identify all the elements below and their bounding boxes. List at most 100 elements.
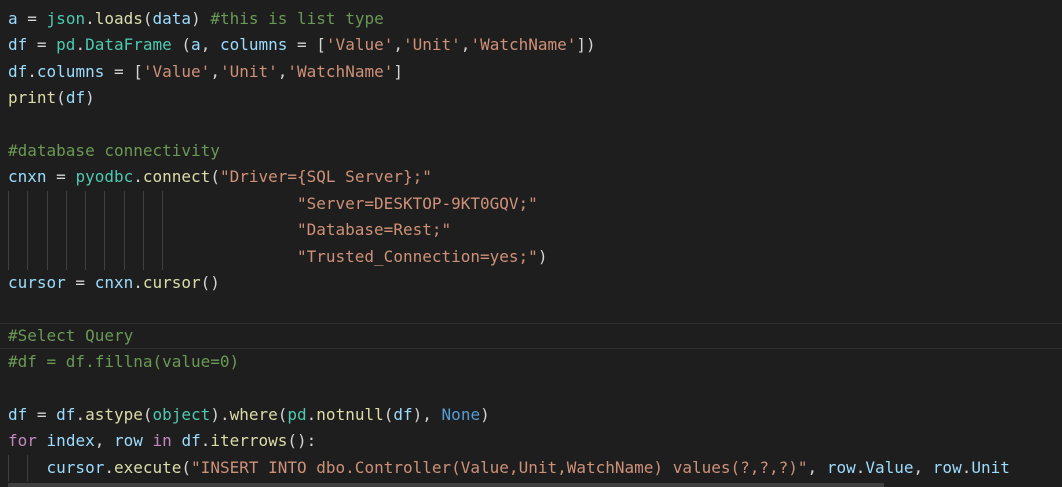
code-token-function: iterrows — [210, 431, 288, 451]
code-line[interactable] — [0, 296, 1062, 322]
indent-guide — [27, 190, 29, 218]
indent-guide — [27, 243, 29, 270]
code-token-keyword: in — [152, 431, 172, 451]
code-line[interactable]: cnxn = pyodbc.connect("Driver={SQL Serve… — [0, 164, 1062, 190]
code-token-default: ( — [142, 404, 153, 424]
code-line[interactable] — [0, 375, 1062, 401]
code-editor[interactable]: a = json.loads(data) #this is list type d… — [0, 0, 1062, 487]
code-token-default: ( — [181, 457, 192, 477]
code-token-comment: #Select Query — [8, 325, 134, 345]
indent-guide — [46, 217, 48, 244]
code-token-default — [37, 431, 47, 450]
code-token-variable: df — [181, 431, 201, 451]
code-token-variable: cursor — [8, 272, 66, 292]
code-token-default: = — [17, 9, 47, 28]
code-line[interactable]: "Server=DESKTOP-9KT0GQV;" — [0, 190, 1062, 218]
indent-guide — [142, 243, 144, 270]
code-token-variable: index — [46, 431, 95, 451]
code-token-default: . — [104, 457, 114, 477]
code-token-default: . — [133, 167, 143, 187]
code-line[interactable]: "Trusted_Connection=yes;") — [0, 243, 1062, 270]
indent-guide — [162, 190, 164, 218]
code-token-default: , — [460, 35, 471, 55]
indent-guide — [27, 454, 29, 482]
code-token-variable: Unit — [971, 457, 1010, 477]
code-token-variable: df — [56, 404, 76, 424]
indent-guide — [142, 190, 144, 218]
code-token-default: . — [306, 404, 317, 424]
code-token-class: json — [46, 9, 86, 28]
code-token-string: "INSERT INTO dbo.Controller(Value,Unit,W… — [191, 457, 808, 477]
code-line[interactable]: print(df) — [0, 85, 1062, 111]
indent-guide — [65, 217, 67, 244]
indent-guide — [123, 190, 125, 218]
code-token-string: "Trusted_Connection=yes;" — [296, 246, 538, 266]
code-token-string: 'Value' — [142, 61, 211, 81]
code-token-string: 'Unit' — [403, 35, 461, 55]
code-token-default: ) — [480, 404, 490, 424]
code-token-default: = — [27, 35, 57, 55]
indent-guide — [27, 217, 29, 244]
code-token-default: ( — [277, 404, 288, 424]
code-line[interactable] — [0, 112, 1062, 138]
code-token-default — [172, 431, 182, 450]
code-token-default: . — [75, 404, 86, 424]
code-token-class: pyodbc — [75, 167, 134, 187]
code-line-current[interactable]: #Select Query — [0, 323, 1062, 349]
code-token-default: , — [94, 431, 114, 451]
code-token-default: = [ — [104, 61, 143, 81]
code-token-default: , — [210, 61, 220, 81]
indent-guide — [8, 217, 9, 244]
indent-guide — [104, 243, 106, 270]
code-token-class: DataFrame — [85, 35, 172, 55]
code-token-variable: a — [191, 35, 201, 55]
code-token-default: ( — [171, 35, 192, 55]
indent-guide — [8, 243, 9, 270]
indent-guide — [104, 190, 106, 218]
indent-guide — [46, 190, 48, 218]
code-line[interactable]: cursor = cnxn.cursor() — [0, 270, 1062, 296]
code-line[interactable]: df.columns = ['Value','Unit','WatchName'… — [0, 59, 1062, 85]
code-token-function: execute — [113, 457, 182, 477]
code-token-default: ) — [537, 246, 548, 266]
code-line[interactable]: df = pd.DataFrame (a, columns = ['Value'… — [0, 32, 1062, 58]
code-token-variable: df — [8, 404, 28, 424]
code-token-variable: row — [826, 457, 856, 477]
indent-guide — [85, 217, 87, 244]
code-line[interactable]: df = df.astype(object).where(pd.notnull(… — [0, 402, 1062, 428]
code-token-default: = [ — [287, 35, 326, 55]
code-token-default: . — [855, 457, 866, 477]
code-line[interactable]: "Database=Rest;" — [0, 217, 1062, 244]
code-token-default — [143, 431, 153, 450]
code-token-variable: row — [113, 431, 143, 451]
code-token-default: (): — [287, 431, 317, 451]
code-token-default: = — [46, 167, 76, 187]
horizontal-scrollbar-thumb[interactable] — [8, 483, 884, 487]
code-line[interactable]: #database connectivity — [0, 138, 1062, 164]
code-token-comment: #database connectivity — [8, 140, 220, 160]
code-token-variable: cnxn — [8, 167, 47, 187]
code-token-function: cursor — [142, 272, 201, 292]
code-token-default: . — [961, 457, 972, 477]
code-line[interactable]: a = json.loads(data) #this is list type — [0, 6, 1062, 32]
horizontal-scrollbar[interactable] — [0, 483, 1062, 487]
indent-guide — [123, 217, 125, 244]
code-line[interactable]: #df = df.fillna(value=0) — [0, 349, 1062, 375]
code-token-variable: df — [8, 35, 28, 55]
code-token-default: ), — [412, 404, 442, 424]
indent-guide — [8, 190, 9, 218]
code-token-comment: #this is list type — [210, 9, 384, 28]
indent-guide — [8, 454, 9, 482]
code-line[interactable]: for index, row in df.iterrows(): — [0, 428, 1062, 454]
code-token-default: . — [200, 431, 211, 451]
code-token-string: "Database=Rest;" — [296, 220, 452, 240]
code-token-class: pd — [56, 35, 76, 55]
indent-guide — [162, 243, 164, 270]
code-line[interactable]: cursor.execute("INSERT INTO dbo.Controll… — [0, 454, 1062, 482]
code-token-variable: df — [65, 88, 86, 108]
code-token-variable: cursor — [46, 457, 105, 477]
code-token-function: notnull — [316, 404, 384, 424]
code-token-default: . — [75, 35, 86, 55]
code-token-variable: a — [8, 9, 18, 28]
indent-guide — [162, 217, 164, 244]
